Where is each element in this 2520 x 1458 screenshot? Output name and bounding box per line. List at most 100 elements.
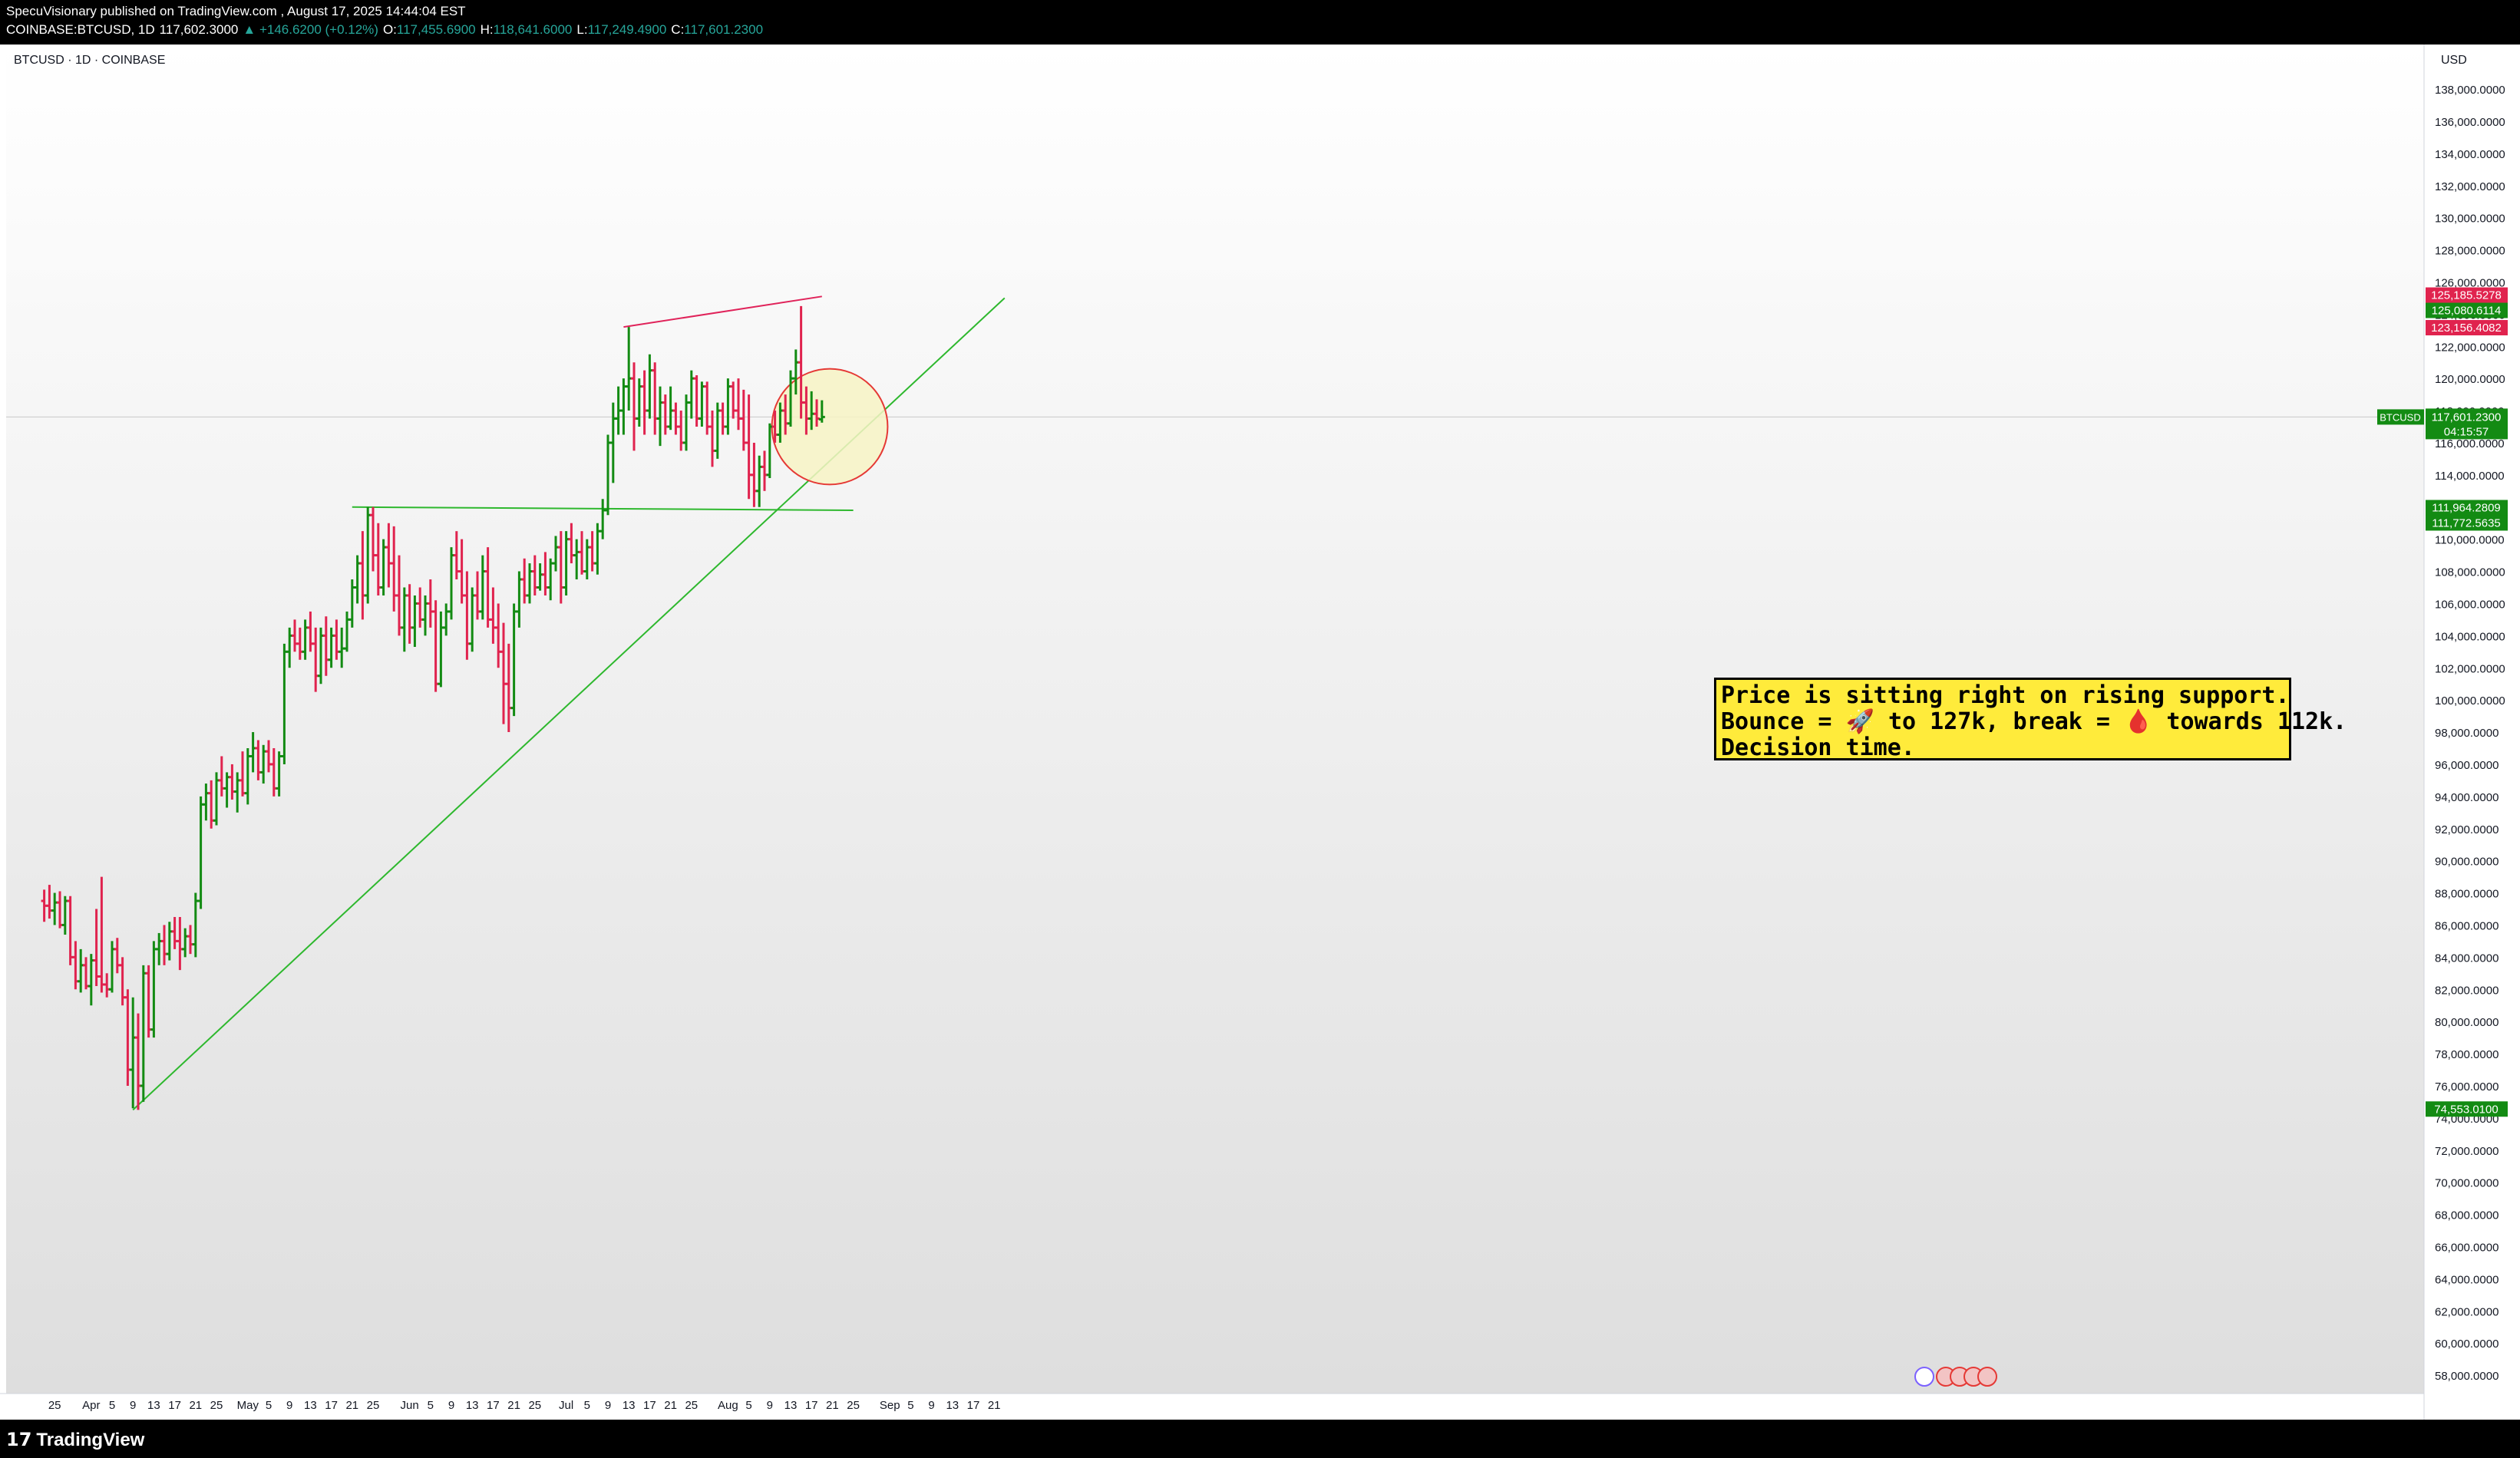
- close-label: C:: [671, 22, 685, 37]
- low-label: L:: [576, 22, 588, 37]
- price-badge-text: 111,964.2809: [2432, 501, 2501, 514]
- time-tick-label: 17: [967, 1399, 980, 1412]
- time-tick-label: 5: [266, 1399, 272, 1412]
- price-badge-text: 74,553.0100: [2434, 1103, 2498, 1116]
- time-tick-label: 21: [988, 1399, 1001, 1412]
- close-value: 117,601.2300: [684, 22, 764, 37]
- price-tick-label: 82,000.0000: [2435, 984, 2499, 997]
- annotation-line-1: Price is sitting right on rising support…: [1721, 682, 2290, 709]
- us-flag-event-icon: [1977, 1367, 1997, 1387]
- time-tick-label: 13: [623, 1399, 636, 1412]
- chart-symbol-title: BTCUSD · 1D · COINBASE: [14, 54, 166, 67]
- time-tick-label: 13: [466, 1399, 479, 1412]
- open-label: O:: [382, 22, 397, 37]
- publication-header: SpecuVisionary published on TradingView.…: [0, 0, 2520, 45]
- countdown-text: 04:15:57: [2444, 425, 2489, 438]
- price-tick-label: 114,000.0000: [2435, 470, 2505, 483]
- price-tick-label: 138,000.0000: [2435, 84, 2505, 97]
- price-tick-label: 90,000.0000: [2435, 856, 2499, 869]
- time-tick-label: 21: [189, 1399, 202, 1412]
- time-tick-label: 9: [767, 1399, 773, 1412]
- price-tick-label: 134,000.0000: [2435, 148, 2505, 161]
- time-tick-label: 25: [367, 1399, 380, 1412]
- time-tick-label: 9: [928, 1399, 934, 1412]
- annotation-line-2: Bounce = 🚀 to 127k, break = 🩸 towards 11…: [1721, 708, 2347, 735]
- time-tick-label: 5: [745, 1399, 751, 1412]
- tradingview-logo-icon: 𝟭𝟳: [6, 1430, 32, 1450]
- time-tick-label: 25: [685, 1399, 698, 1412]
- price-tick-label: 64,000.0000: [2435, 1273, 2499, 1286]
- price-badge-text: 123,156.4082: [2431, 322, 2502, 335]
- time-tick-label: May: [237, 1399, 259, 1412]
- price-tick-label: 78,000.0000: [2435, 1048, 2499, 1061]
- price-badge: 74,553.0100: [2426, 1101, 2508, 1117]
- time-tick-label: 13: [147, 1399, 160, 1412]
- time-axis: 25 Apr 5 9 13 17 21 25 May 5 9 13 17 21 25 Jun 5 9 13 17 21 2…: [48, 1399, 1001, 1412]
- last-price-text: 117,601.2300: [2432, 411, 2502, 424]
- price-badge: 123,156.4082: [2426, 320, 2508, 336]
- price-badge-text: 111,772.5635: [2432, 516, 2501, 529]
- price-tick-label: 110,000.0000: [2435, 534, 2505, 547]
- open-value: 117,455.6900: [396, 22, 476, 37]
- price-tick-label: 106,000.0000: [2435, 598, 2505, 611]
- price-badge-text: 125,080.6114: [2432, 305, 2502, 318]
- price-tick-label: 68,000.0000: [2435, 1209, 2499, 1222]
- time-tick-label: 9: [286, 1399, 292, 1412]
- time-tick-label: 21: [826, 1399, 839, 1412]
- time-tick-label: 5: [109, 1399, 115, 1412]
- change-value: ▲ +146.6200 (+0.12%): [243, 22, 378, 37]
- price-tick-label: 80,000.0000: [2435, 1016, 2499, 1029]
- time-tick-label: 17: [805, 1399, 818, 1412]
- price-tick-label: 58,000.0000: [2435, 1370, 2499, 1383]
- ohlc-line: COINBASE:BTCUSD, 1D 117,602.3000 ▲ +146.62…: [6, 22, 768, 38]
- price-tick-label: 70,000.0000: [2435, 1177, 2499, 1190]
- high-label: H:: [480, 22, 494, 37]
- price-axis: 58,000.0000 60,000.0000 62,000.0000 64,000.…: [2435, 84, 2505, 1383]
- high-value: 118,641.6000: [493, 22, 573, 37]
- price-tick-label: 100,000.0000: [2435, 694, 2505, 708]
- price-tick-label: 60,000.0000: [2435, 1338, 2499, 1351]
- currency-label[interactable]: USD: [2441, 54, 2467, 68]
- annotation-note[interactable]: Price is sitting right on rising support…: [1714, 678, 2347, 761]
- time-tick-label: 25: [847, 1399, 860, 1412]
- price-tick-label: 130,000.0000: [2435, 213, 2505, 226]
- time-tick-label: 25: [210, 1399, 223, 1412]
- price-tick-label: 66,000.0000: [2435, 1241, 2499, 1254]
- time-tick-label: 5: [428, 1399, 434, 1412]
- annotation-line-3: Decision time.: [1721, 734, 1915, 761]
- price-tick-label: 98,000.0000: [2435, 727, 2499, 740]
- brand-name: TradingView: [36, 1430, 145, 1450]
- tradingview-brand[interactable]: 𝟭𝟳 TradingView: [6, 1429, 144, 1451]
- time-tick-label: Apr: [82, 1399, 100, 1412]
- footer-bar: 𝟭𝟳 TradingView: [0, 1420, 2520, 1458]
- price-badge: 111,772.5635: [2426, 515, 2508, 531]
- price-badge: 125,080.6114: [2426, 302, 2508, 318]
- price-tick-label: 62,000.0000: [2435, 1305, 2499, 1318]
- last-price: 117,602.3000: [159, 22, 239, 37]
- price-tick-label: 120,000.0000: [2435, 373, 2505, 386]
- time-tick-label: 13: [946, 1399, 959, 1412]
- price-tick-label: 72,000.0000: [2435, 1145, 2499, 1158]
- symbol-tag-text: BTCUSD: [2380, 411, 2420, 423]
- time-tick-label: 13: [784, 1399, 798, 1412]
- price-tick-label: 128,000.0000: [2435, 245, 2505, 258]
- price-badge-text: 125,185.5278: [2431, 289, 2502, 302]
- time-tick-label: Jun: [401, 1399, 419, 1412]
- price-tick-label: 92,000.0000: [2435, 823, 2499, 836]
- time-tick-label: 21: [507, 1399, 520, 1412]
- time-tick-label: 17: [643, 1399, 656, 1412]
- price-tick-label: 104,000.0000: [2435, 630, 2505, 643]
- time-tick-label: 21: [345, 1399, 358, 1412]
- time-tick-label: 5: [584, 1399, 590, 1412]
- price-badge: 125,185.5278: [2426, 287, 2508, 303]
- time-tick-label: Jul: [559, 1399, 573, 1412]
- event-icons: [1914, 1367, 1997, 1387]
- time-tick-label: 9: [605, 1399, 611, 1412]
- time-tick-label: 17: [325, 1399, 338, 1412]
- time-tick-label: 17: [168, 1399, 181, 1412]
- symbol-line: COINBASE:BTCUSD, 1D: [6, 22, 155, 37]
- time-tick-label: Aug: [718, 1399, 738, 1412]
- flash-event-icon: [1914, 1367, 1934, 1387]
- time-tick-label: 25: [48, 1399, 61, 1412]
- time-tick-label: 21: [664, 1399, 677, 1412]
